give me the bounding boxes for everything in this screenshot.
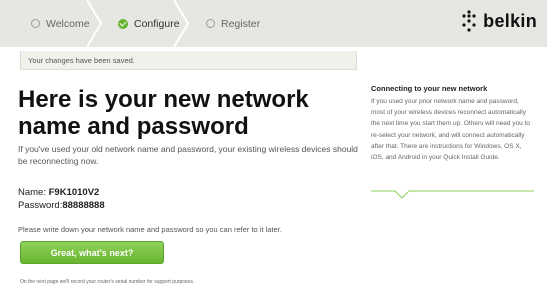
password-row: Password:88888888 xyxy=(18,199,105,212)
password-label: Password: xyxy=(18,200,63,211)
top-bar: Welcome Configure Register belkin xyxy=(0,0,547,47)
info-panel-title: Connecting to your new network xyxy=(371,84,488,93)
logo-wordmark: belkin xyxy=(483,10,537,31)
step-separator-icon xyxy=(173,0,190,47)
belkin-logo: belkin xyxy=(461,10,537,32)
footnote: On the next page we'll record your route… xyxy=(20,279,195,285)
step-pending-icon xyxy=(31,19,40,28)
step-register-label: Register xyxy=(221,17,261,30)
network-name-row: Name: F9K1010V2 xyxy=(18,186,105,199)
info-panel: Connecting to your new network If you us… xyxy=(371,84,534,163)
info-panel-divider xyxy=(371,190,534,199)
network-name-label: Name: xyxy=(18,187,46,198)
step-welcome[interactable]: Welcome xyxy=(31,0,90,47)
page-title: Here is your new network name and passwo… xyxy=(18,86,309,140)
step-separator-icon xyxy=(86,0,103,47)
step-complete-check-icon xyxy=(118,18,128,29)
write-down-note: Please write down your network name and … xyxy=(18,225,282,234)
password-value: 88888888 xyxy=(62,200,105,211)
step-register[interactable]: Register xyxy=(206,0,260,47)
network-credentials: Name: F9K1010V2 Password:88888888 xyxy=(18,186,105,212)
saved-message: Your changes have been saved. xyxy=(20,51,357,70)
belkin-dots-icon xyxy=(462,10,476,32)
step-pending-icon xyxy=(206,19,215,28)
network-name-value: F9K1010V2 xyxy=(48,187,100,198)
page-description: If you've used your old network name and… xyxy=(18,144,358,166)
next-button[interactable]: Great, what's next? xyxy=(20,241,164,264)
info-panel-body: If you used your prior network name and … xyxy=(371,98,530,162)
